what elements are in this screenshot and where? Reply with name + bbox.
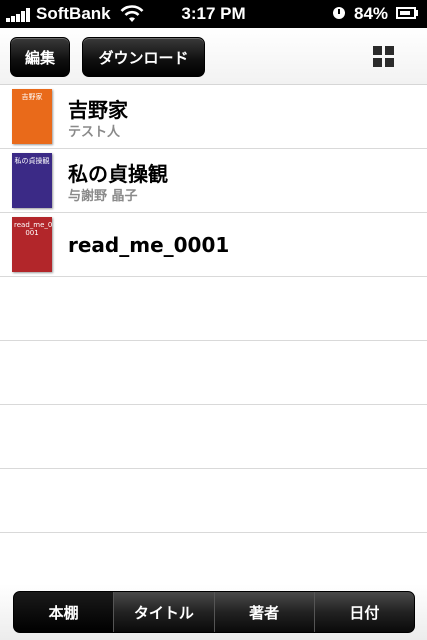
book-cover-title: 私の貞操観 bbox=[14, 157, 50, 165]
book-row-0[interactable]: 吉野家 吉野家 テスト人 bbox=[0, 85, 427, 149]
book-author: テスト人 bbox=[68, 125, 121, 140]
tab-title[interactable]: タイトル bbox=[113, 592, 214, 632]
book-title: 吉野家 bbox=[68, 98, 128, 122]
book-cover: 吉野家 bbox=[12, 89, 52, 144]
book-list: 吉野家 吉野家 テスト人 私の貞操観 私の貞操観 与謝野 晶子 read_me_… bbox=[0, 85, 427, 597]
battery-level bbox=[400, 11, 410, 15]
status-bar: SoftBank 3:17 PM 84% bbox=[0, 0, 427, 28]
battery-icon bbox=[396, 7, 416, 19]
book-title: read_me_0001 bbox=[68, 233, 230, 257]
battery-percentage: 84% bbox=[354, 4, 389, 23]
book-cover-title: read_me_0 001 bbox=[14, 221, 53, 237]
alarm-icon bbox=[333, 7, 345, 19]
empty-row bbox=[0, 405, 427, 469]
edit-button[interactable]: 編集 bbox=[10, 37, 70, 77]
book-cover-title: 吉野家 bbox=[21, 93, 43, 101]
book-row-1[interactable]: 私の貞操観 私の貞操観 与謝野 晶子 bbox=[0, 149, 427, 213]
book-title: 私の貞操観 bbox=[68, 162, 168, 186]
battery-tip bbox=[416, 10, 418, 16]
book-row-2[interactable]: read_me_0 001 read_me_0001 bbox=[0, 213, 427, 277]
tab-author[interactable]: 著者 bbox=[213, 592, 314, 632]
sort-bar: 本棚 タイトル 著者 日付 bbox=[0, 584, 427, 640]
empty-row bbox=[0, 341, 427, 405]
empty-row bbox=[0, 469, 427, 533]
book-author: 与謝野 晶子 bbox=[68, 189, 138, 204]
tab-bookshelf[interactable]: 本棚 bbox=[14, 592, 114, 632]
download-button[interactable]: ダウンロード bbox=[82, 37, 205, 77]
sort-segmented-control: 本棚 タイトル 著者 日付 bbox=[13, 591, 415, 633]
empty-row bbox=[0, 277, 427, 341]
toolbar: 編集 ダウンロード bbox=[0, 28, 427, 85]
grid-view-icon[interactable] bbox=[373, 46, 395, 68]
book-cover: 私の貞操観 bbox=[12, 153, 52, 208]
tab-date[interactable]: 日付 bbox=[313, 592, 414, 632]
book-cover: read_me_0 001 bbox=[12, 217, 52, 272]
